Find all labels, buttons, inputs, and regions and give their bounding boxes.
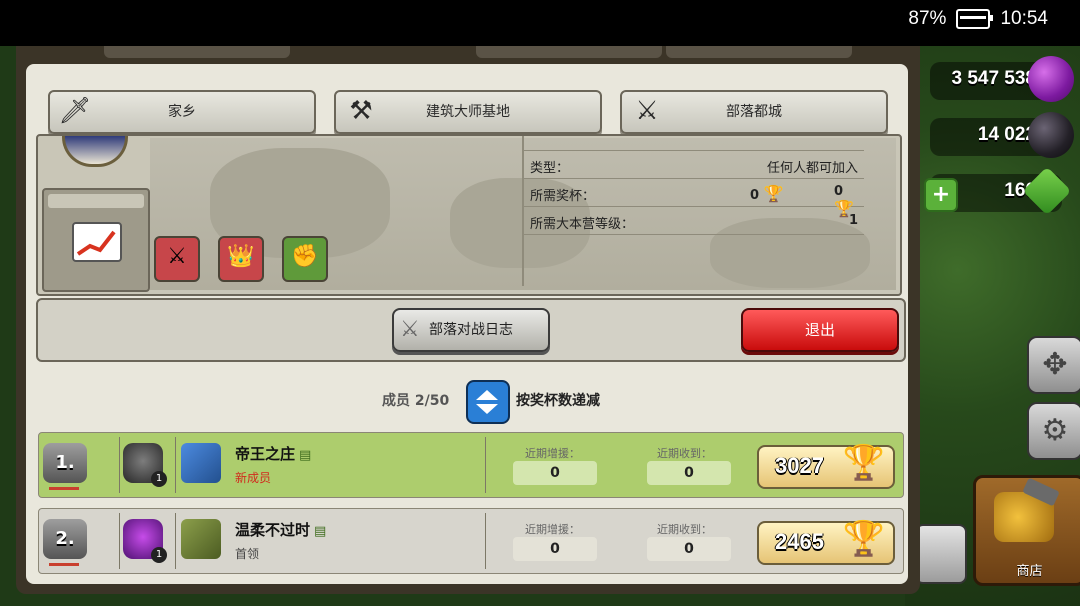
elixir-amount: 3 547 538 bbox=[951, 68, 1036, 89]
elixir-counter: 3 547 538 bbox=[930, 56, 1074, 102]
league-badge-icon: 1 bbox=[123, 443, 167, 487]
clock: 10:54 bbox=[1000, 8, 1048, 29]
donated-value: 0 bbox=[513, 461, 597, 485]
info-row-required-th: 所需大本营等级： 1 bbox=[524, 207, 864, 235]
leave-clan-label: 退出 bbox=[804, 321, 835, 339]
move-icon[interactable]: ✥ bbox=[1027, 336, 1080, 394]
war-log-button[interactable]: ⚔ 部落对战日志 bbox=[392, 308, 550, 352]
town-hall-icon bbox=[181, 519, 221, 559]
trophy-icon: 🏆 bbox=[842, 519, 885, 559]
tab-label: 家乡 bbox=[168, 104, 196, 120]
crossed-swords-icon: ⚔ bbox=[400, 317, 420, 342]
news-icon[interactable] bbox=[915, 524, 967, 584]
member-role: 首领 bbox=[235, 547, 260, 561]
axes-icon: ⚒ bbox=[349, 96, 373, 126]
info-value: 1 bbox=[848, 213, 858, 228]
donated-value: 0 bbox=[513, 537, 597, 561]
member-trophies: 2465 🏆 bbox=[757, 519, 895, 565]
sort-up-icon bbox=[476, 390, 498, 400]
hidden-tab[interactable] bbox=[104, 46, 290, 58]
shop-label: 商店 bbox=[1016, 564, 1043, 579]
dark-elixir-counter: 14 022 bbox=[930, 112, 1074, 158]
info-row-required-trophies: 所需奖杯： 0 🏆 0 🏆 bbox=[524, 179, 864, 218]
members-count: 成员 2/50 bbox=[382, 393, 450, 409]
league-level: 1 bbox=[151, 547, 167, 563]
clan-games-icon[interactable]: 👑 bbox=[218, 236, 264, 282]
stats-chart-icon bbox=[72, 222, 122, 262]
received-label: 近期收到： bbox=[657, 447, 712, 460]
league-badge-icon: 1 bbox=[123, 519, 167, 563]
received-value: 0 bbox=[647, 461, 731, 485]
tab-label: 建筑大师基地 bbox=[426, 104, 510, 120]
hidden-tab[interactable] bbox=[666, 46, 852, 58]
dark-elixir-icon bbox=[1028, 112, 1074, 158]
sword-icon: 🗡 bbox=[58, 96, 92, 126]
settings-gear-icon[interactable]: ⚙ bbox=[1027, 402, 1080, 460]
member-name: 帝王之庄 ▤ bbox=[235, 445, 312, 463]
member-role: 新成员 bbox=[235, 471, 272, 485]
tab-label: 部落都城 bbox=[726, 104, 782, 120]
trophy-count: 3027 bbox=[775, 453, 824, 478]
info-row-type: 类型： 任何人都可加入 bbox=[524, 151, 864, 179]
info-key: 所需大本营等级： bbox=[530, 217, 635, 232]
rank-underline bbox=[49, 563, 79, 566]
donated-label: 近期增援： bbox=[525, 523, 580, 536]
sort-label: 按奖杯数递减 bbox=[516, 393, 600, 409]
gem-counter: + 160 bbox=[924, 166, 1072, 216]
note-icon: ▤ bbox=[299, 448, 312, 463]
sort-order-button[interactable] bbox=[466, 380, 510, 424]
battery-indicator: 87% 10:54 bbox=[908, 8, 1048, 30]
status-bar: 87% 10:54 bbox=[0, 0, 1080, 46]
crossed-swords-icon: ⚔ bbox=[635, 96, 659, 126]
tab-home-village[interactable]: 🗡 家乡 bbox=[48, 90, 316, 134]
clan-details: 类型： 任何人都可加入 所需奖杯： 0 🏆 0 🏆 所需大本营等级： 1 bbox=[524, 136, 864, 235]
tab-clan-capital[interactable]: ⚔ 部落都城 bbox=[620, 90, 888, 134]
rank-badge: 1. bbox=[43, 443, 87, 483]
tab-builder-base[interactable]: ⚒ 建筑大师基地 bbox=[334, 90, 602, 134]
trophy-icon: 🏆 bbox=[842, 443, 885, 483]
received-value: 0 bbox=[647, 537, 731, 561]
elixir-icon bbox=[1028, 56, 1074, 102]
donated-label: 近期增援： bbox=[525, 447, 580, 460]
hidden-tab[interactable] bbox=[476, 46, 662, 58]
clan-info-card: ⚔ 👑 ✊ 类型： 任何人都可加入 所需奖杯： 0 🏆 0 🏆 所需大本营等级：… bbox=[36, 134, 902, 296]
battery-icon bbox=[956, 9, 994, 29]
received-label: 近期收到： bbox=[657, 523, 712, 536]
clan-stats-slot[interactable] bbox=[42, 188, 150, 292]
member-row[interactable]: 1. 1 帝王之庄 ▤ 新成员 近期增援： 0 近期收到： 0 3027 🏆 bbox=[38, 432, 904, 498]
clan-badge-icon bbox=[62, 136, 128, 167]
battery-percent: 87% bbox=[908, 8, 947, 29]
info-row-cut bbox=[524, 136, 864, 151]
leave-clan-button[interactable]: 退出 bbox=[741, 308, 899, 352]
league-level: 1 bbox=[151, 471, 167, 487]
war-league-icon[interactable]: ⚔ bbox=[154, 236, 200, 282]
war-log-label: 部落对战日志 bbox=[429, 322, 513, 338]
trophy-count: 2465 bbox=[775, 529, 824, 554]
builder-icon[interactable]: ✊ bbox=[282, 236, 328, 282]
info-key: 所需奖杯： bbox=[530, 189, 596, 204]
town-hall-icon bbox=[181, 443, 221, 483]
members-header: 成员 2/50 按奖杯数递减 bbox=[26, 376, 908, 424]
clan-action-bar: ⚔ 部落对战日志 退出 bbox=[36, 298, 906, 362]
clan-panel: 🗡 家乡 ⚒ 建筑大师基地 ⚔ 部落都城 ⚔ 👑 ✊ 类型： 任何人都可加入 所… bbox=[16, 46, 920, 594]
note-icon: ▤ bbox=[314, 524, 327, 539]
rank-badge: 2. bbox=[43, 519, 87, 559]
info-key: 类型： bbox=[530, 161, 570, 176]
required-trophies: 0 🏆 bbox=[750, 184, 784, 203]
info-value: 任何人都可加入 bbox=[766, 161, 858, 176]
shop-button[interactable]: 商店 bbox=[973, 475, 1080, 586]
member-name: 温柔不过时 ▤ bbox=[235, 521, 327, 539]
member-row[interactable]: 2. 1 温柔不过时 ▤ 首领 近期增援： 0 近期收到： 0 2465 🏆 bbox=[38, 508, 904, 574]
sort-down-icon bbox=[476, 404, 498, 414]
add-gems-button[interactable]: + bbox=[924, 178, 958, 212]
member-trophies: 3027 🏆 bbox=[757, 443, 895, 489]
trophy-icon: 🏆 bbox=[763, 184, 784, 203]
rank-underline bbox=[49, 487, 79, 490]
panel-content: 🗡 家乡 ⚒ 建筑大师基地 ⚔ 部落都城 ⚔ 👑 ✊ 类型： 任何人都可加入 所… bbox=[26, 64, 908, 584]
